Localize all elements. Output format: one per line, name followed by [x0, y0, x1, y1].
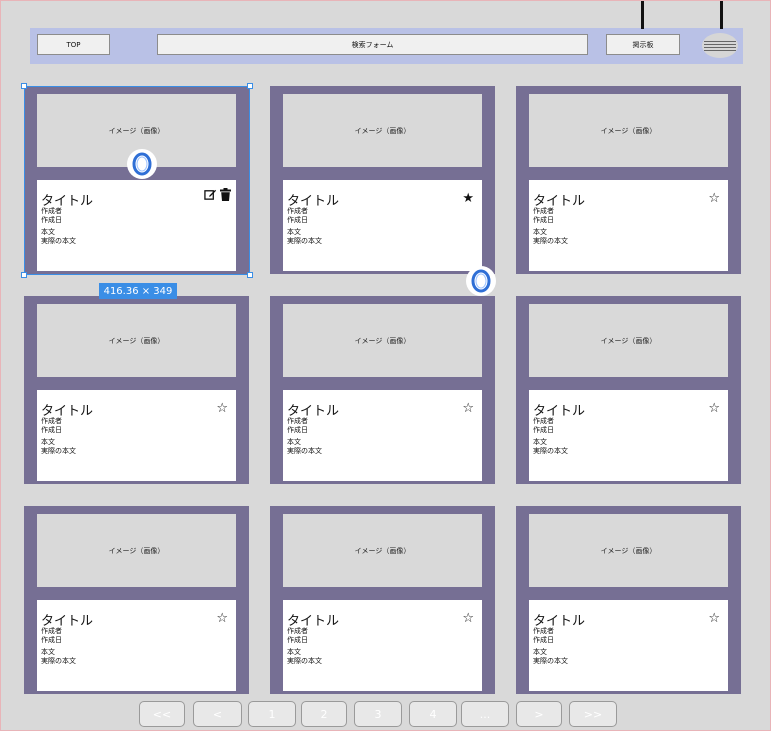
card-body: タイトル 作成者 作成日 本文 実際の本文 ☆ [529, 600, 728, 691]
card-body: タイトル 作成者 作成日 本文 実際の本文 ☆ [529, 180, 728, 271]
post-card[interactable]: イメージ（画像） タイトル 作成者 作成日 本文 実際の本文 ☆ [270, 506, 495, 694]
dimensions-label: 416.36 × 349 [99, 283, 177, 299]
card-date: 作成日 [41, 216, 62, 224]
card-body: タイトル 作成者 作成日 本文 実際の本文 ☆ [283, 390, 482, 481]
star-outline-icon[interactable]: ☆ [462, 402, 474, 415]
header-bar: TOP 検索フォーム 掲示板 [30, 28, 743, 64]
page-button[interactable]: >> [569, 701, 617, 727]
card-body-text: 実際の本文 [41, 657, 76, 665]
card-date: 作成日 [533, 426, 554, 434]
post-card[interactable]: イメージ（画像） タイトル 作成者 作成日 本文 実際の本文 ☆ [516, 296, 741, 484]
card-image-text: イメージ（画像） [108, 336, 165, 345]
star-outline-icon[interactable]: ☆ [708, 402, 720, 415]
card-image-placeholder: イメージ（画像） [283, 514, 482, 587]
star-outline-icon[interactable]: ☆ [216, 612, 228, 625]
edit-icon[interactable] [204, 188, 217, 201]
post-card[interactable]: イメージ（画像） タイトル 作成者 作成日 本文 実際の本文 ☆ [516, 86, 741, 274]
card-image-text: イメージ（画像） [600, 336, 657, 345]
card-body-text: 実際の本文 [287, 657, 322, 665]
card-body-text: 実際の本文 [41, 447, 76, 455]
page-button[interactable]: ... [461, 701, 509, 727]
card-body-text: 実際の本文 [533, 237, 568, 245]
post-card[interactable]: イメージ（画像） タイトル 作成者 作成日 本文 実際の本文 ★ [270, 86, 495, 274]
page-button[interactable]: 3 [354, 701, 402, 727]
post-card[interactable]: イメージ（画像） タイトル 作成者 作成日 本文 実際の本文 ☆ [24, 296, 249, 484]
card-image-placeholder: イメージ（画像） [529, 94, 728, 167]
page-button[interactable]: 1 [248, 701, 296, 727]
post-card[interactable]: イメージ（画像） タイトル 作成者 作成日 本文 実際の本文 ☆ [24, 506, 249, 694]
page-button[interactable]: < [193, 701, 242, 727]
card-image-text: イメージ（画像） [600, 546, 657, 555]
page-button[interactable]: 4 [409, 701, 457, 727]
page-button[interactable]: 2 [301, 701, 347, 727]
post-card[interactable]: イメージ（画像） タイトル 作成者 作成日 本文 実際の本文 ☆ [270, 296, 495, 484]
top-button[interactable]: TOP [37, 34, 110, 55]
o-badge[interactable] [127, 149, 157, 179]
card-image-text: イメージ（画像） [354, 546, 411, 555]
card-image-text: イメージ（画像） [108, 546, 165, 555]
star-outline-icon[interactable]: ☆ [462, 612, 474, 625]
card-image-placeholder: イメージ（画像） [37, 514, 236, 587]
card-body-text: 実際の本文 [287, 237, 322, 245]
card-date: 作成日 [287, 216, 308, 224]
card-image-placeholder: イメージ（画像） [529, 304, 728, 377]
connector-line [641, 1, 644, 29]
card-image-text: イメージ（画像） [354, 126, 411, 135]
card-image-placeholder: イメージ（画像） [37, 304, 236, 377]
star-filled-icon[interactable]: ★ [462, 192, 474, 205]
star-outline-icon[interactable]: ☆ [708, 192, 720, 205]
search-form[interactable]: 検索フォーム [157, 34, 588, 55]
card-body: タイトル 作成者 作成日 本文 実際の本文 [37, 180, 236, 271]
post-card[interactable]: イメージ（画像） タイトル 作成者 作成日 本文 実際の本文 ☆ [516, 506, 741, 694]
trash-icon[interactable] [220, 188, 231, 201]
card-image-placeholder: イメージ（画像） [529, 514, 728, 587]
card-date: 作成日 [533, 216, 554, 224]
card-image-placeholder: イメージ（画像） [283, 94, 482, 167]
board-button[interactable]: 掲示板 [606, 34, 680, 55]
card-body: タイトル 作成者 作成日 本文 実際の本文 ☆ [283, 600, 482, 691]
card-body: タイトル 作成者 作成日 本文 実際の本文 ☆ [37, 390, 236, 481]
o-badge-icon [471, 269, 491, 293]
star-outline-icon[interactable]: ☆ [708, 612, 720, 625]
card-body-text: 実際の本文 [287, 447, 322, 455]
page-button[interactable]: << [139, 701, 185, 727]
card-tools [204, 188, 231, 201]
o-badge-icon [132, 152, 152, 176]
card-body-text: 実際の本文 [41, 237, 76, 245]
card-date: 作成日 [41, 426, 62, 434]
o-badge[interactable] [466, 266, 496, 296]
card-date: 作成日 [287, 636, 308, 644]
star-outline-icon[interactable]: ☆ [216, 402, 228, 415]
card-image-text: イメージ（画像） [600, 126, 657, 135]
card-body: タイトル 作成者 作成日 本文 実際の本文 ☆ [37, 600, 236, 691]
page-button[interactable]: > [516, 701, 562, 727]
card-date: 作成日 [533, 636, 554, 644]
card-image-placeholder: イメージ（画像） [283, 304, 482, 377]
card-date: 作成日 [41, 636, 62, 644]
card-image-text: イメージ（画像） [354, 336, 411, 345]
hamburger-menu-icon[interactable] [702, 33, 738, 58]
card-body: タイトル 作成者 作成日 本文 実際の本文 ☆ [529, 390, 728, 481]
card-body-text: 実際の本文 [533, 447, 568, 455]
connector-line [720, 1, 723, 29]
card-body: タイトル 作成者 作成日 本文 実際の本文 ★ [283, 180, 482, 271]
card-date: 作成日 [287, 426, 308, 434]
post-card[interactable]: イメージ（画像） タイトル 作成者 作成日 本文 実際の本文 [24, 86, 249, 274]
card-image-text: イメージ（画像） [108, 126, 165, 135]
card-body-text: 実際の本文 [533, 657, 568, 665]
